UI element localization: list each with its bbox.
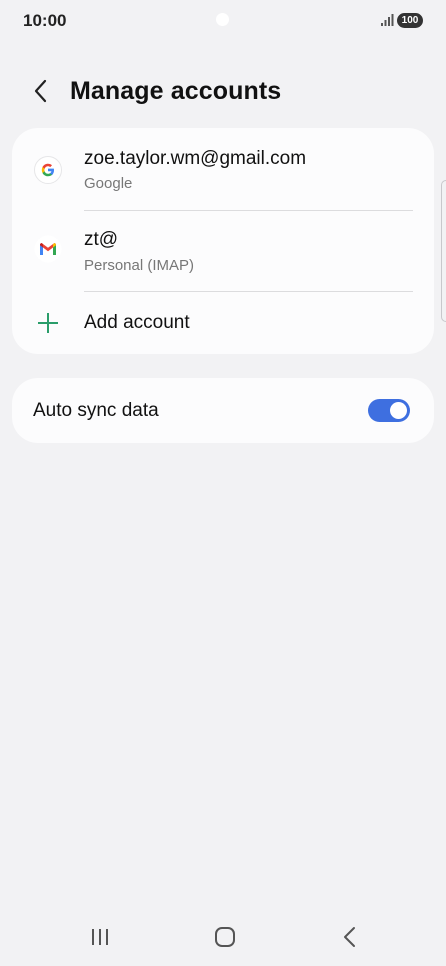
- status-bar: 10:00 100: [0, 0, 446, 40]
- account-name: zt@: [84, 229, 119, 250]
- nav-bar: [0, 906, 446, 966]
- auto-sync-label: Auto sync data: [33, 400, 159, 421]
- account-name: zoe.taylor.wm@gmail.com: [84, 148, 307, 169]
- back-icon[interactable]: [335, 924, 365, 950]
- home-icon[interactable]: [210, 924, 240, 950]
- edge-panel-handle[interactable]: [441, 180, 446, 322]
- account-item-google[interactable]: zoe.taylor.wm@gmail.com Google: [12, 128, 434, 210]
- chevron-left-icon[interactable]: [26, 76, 56, 106]
- page-title: Manage accounts: [70, 77, 282, 105]
- account-type: Personal (IMAP): [84, 257, 195, 274]
- google-icon: [34, 156, 62, 184]
- app-header: Manage accounts: [0, 68, 446, 114]
- signal-icon: [381, 14, 394, 26]
- battery-icon: 100: [397, 13, 423, 28]
- recent-apps-icon[interactable]: [85, 924, 115, 950]
- accounts-card: zoe.taylor.wm@gmail.com Google zt@ Perso…: [12, 128, 434, 354]
- camera-dot: [216, 13, 229, 26]
- toggle-knob: [390, 402, 407, 419]
- status-time: 10:00: [23, 11, 67, 30]
- add-account-label: Add account: [84, 312, 190, 333]
- auto-sync-card[interactable]: Auto sync data: [12, 378, 434, 443]
- add-account-button[interactable]: Add account: [12, 292, 434, 354]
- auto-sync-toggle[interactable]: [368, 399, 410, 422]
- account-type: Google: [84, 175, 133, 192]
- plus-icon: [38, 313, 58, 333]
- account-item-imap[interactable]: zt@ Personal (IMAP): [12, 211, 434, 291]
- gmail-icon: [34, 235, 62, 263]
